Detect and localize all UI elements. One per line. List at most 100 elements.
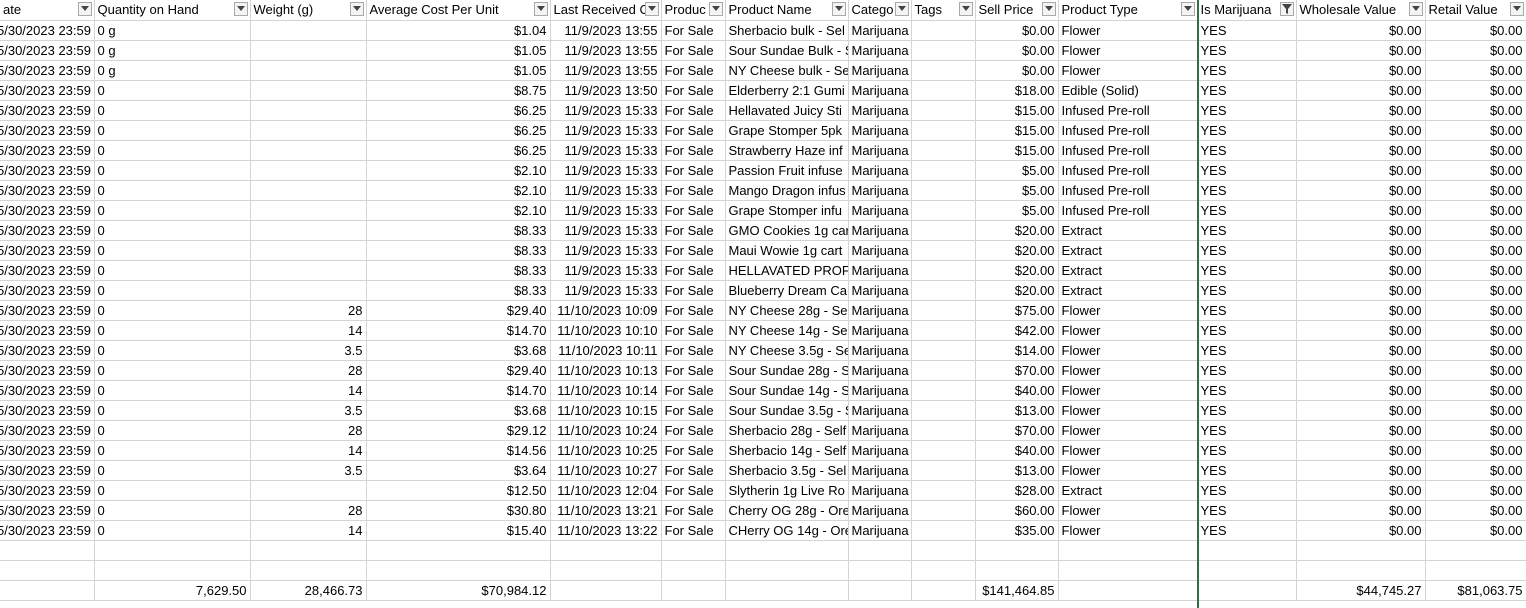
- cell-ate[interactable]: 5/30/2023 23:59: [0, 480, 95, 501]
- cell-last-received-date[interactable]: 11/9/2023 15:33: [550, 200, 662, 221]
- total-category[interactable]: [848, 580, 912, 601]
- cell-tags[interactable]: [911, 400, 976, 421]
- empty-cell[interactable]: [1296, 560, 1426, 581]
- cell-wholesale-value[interactable]: $0.00: [1296, 280, 1426, 301]
- cell-ate[interactable]: 5/30/2023 23:59: [0, 80, 95, 101]
- empty-cell[interactable]: [848, 540, 912, 561]
- cell-weight-g[interactable]: 3.5: [250, 340, 367, 361]
- cell-weight-g[interactable]: [250, 240, 367, 261]
- cell-product-type[interactable]: Infused Pre-roll: [1058, 160, 1198, 181]
- cell-product-status[interactable]: For Sale: [661, 440, 726, 461]
- cell-category[interactable]: Marijuana: [848, 480, 912, 501]
- cell-product-type[interactable]: Flower: [1058, 380, 1198, 401]
- filter-dropdown-icon[interactable]: [958, 2, 973, 16]
- cell-quantity-on-hand[interactable]: 0: [94, 200, 251, 221]
- filter-dropdown-icon[interactable]: [831, 2, 846, 16]
- cell-last-received-date[interactable]: 11/9/2023 15:33: [550, 120, 662, 141]
- cell-sell-price[interactable]: $20.00: [975, 240, 1059, 261]
- cell-sell-price[interactable]: $40.00: [975, 380, 1059, 401]
- cell-tags[interactable]: [911, 20, 976, 41]
- cell-category[interactable]: Marijuana: [848, 120, 912, 141]
- cell-wholesale-value[interactable]: $0.00: [1296, 360, 1426, 381]
- cell-wholesale-value[interactable]: $0.00: [1296, 20, 1426, 41]
- cell-ate[interactable]: 5/30/2023 23:59: [0, 220, 95, 241]
- cell-retail-value[interactable]: $0.00: [1425, 100, 1526, 121]
- cell-quantity-on-hand[interactable]: 0: [94, 140, 251, 161]
- cell-tags[interactable]: [911, 220, 976, 241]
- cell-retail-value[interactable]: $0.00: [1425, 480, 1526, 501]
- cell-average-cost-per-unit[interactable]: $15.40: [366, 520, 551, 541]
- empty-cell[interactable]: [550, 560, 662, 581]
- cell-wholesale-value[interactable]: $0.00: [1296, 80, 1426, 101]
- column-header-wholesale-value[interactable]: Wholesale Value: [1296, 0, 1426, 21]
- cell-is-marijuana[interactable]: YES: [1197, 360, 1297, 381]
- empty-cell[interactable]: [550, 540, 662, 561]
- cell-retail-value[interactable]: $0.00: [1425, 340, 1526, 361]
- cell-product-name[interactable]: Maui Wowie 1g cart: [725, 240, 849, 261]
- column-header-ate[interactable]: ate: [0, 0, 95, 21]
- cell-average-cost-per-unit[interactable]: $14.56: [366, 440, 551, 461]
- cell-weight-g[interactable]: [250, 280, 367, 301]
- cell-average-cost-per-unit[interactable]: $1.05: [366, 60, 551, 81]
- cell-product-type[interactable]: Flower: [1058, 60, 1198, 81]
- cell-quantity-on-hand[interactable]: 0 g: [94, 20, 251, 41]
- cell-product-type[interactable]: Infused Pre-roll: [1058, 120, 1198, 141]
- cell-product-type[interactable]: Edible (Solid): [1058, 80, 1198, 101]
- cell-last-received-date[interactable]: 11/9/2023 13:50: [550, 80, 662, 101]
- cell-last-received-date[interactable]: 11/10/2023 10:11: [550, 340, 662, 361]
- cell-is-marijuana[interactable]: YES: [1197, 420, 1297, 441]
- cell-sell-price[interactable]: $0.00: [975, 40, 1059, 61]
- cell-quantity-on-hand[interactable]: 0: [94, 420, 251, 441]
- empty-cell[interactable]: [0, 540, 95, 561]
- filter-dropdown-icon[interactable]: [1408, 2, 1423, 16]
- cell-ate[interactable]: 5/30/2023 23:59: [0, 280, 95, 301]
- cell-ate[interactable]: 5/30/2023 23:59: [0, 200, 95, 221]
- cell-ate[interactable]: 5/30/2023 23:59: [0, 20, 95, 41]
- total-wholesale-value[interactable]: $44,745.27: [1296, 580, 1426, 601]
- cell-product-status[interactable]: For Sale: [661, 60, 726, 81]
- cell-product-name[interactable]: GMO Cookies 1g car: [725, 220, 849, 241]
- total-ate[interactable]: [0, 580, 95, 601]
- empty-cell[interactable]: [250, 560, 367, 581]
- total-product-name[interactable]: [725, 580, 849, 601]
- cell-tags[interactable]: [911, 460, 976, 481]
- filter-dropdown-icon[interactable]: [1509, 2, 1524, 16]
- cell-category[interactable]: Marijuana: [848, 260, 912, 281]
- cell-retail-value[interactable]: $0.00: [1425, 220, 1526, 241]
- cell-product-status[interactable]: For Sale: [661, 240, 726, 261]
- cell-quantity-on-hand[interactable]: 0: [94, 440, 251, 461]
- empty-cell[interactable]: [975, 540, 1059, 561]
- cell-category[interactable]: Marijuana: [848, 140, 912, 161]
- cell-weight-g[interactable]: [250, 160, 367, 181]
- total-tags[interactable]: [911, 580, 976, 601]
- cell-product-type[interactable]: Extract: [1058, 480, 1198, 501]
- cell-sell-price[interactable]: $13.00: [975, 400, 1059, 421]
- cell-wholesale-value[interactable]: $0.00: [1296, 240, 1426, 261]
- cell-average-cost-per-unit[interactable]: $1.04: [366, 20, 551, 41]
- cell-wholesale-value[interactable]: $0.00: [1296, 420, 1426, 441]
- cell-weight-g[interactable]: 14: [250, 520, 367, 541]
- cell-tags[interactable]: [911, 440, 976, 461]
- cell-ate[interactable]: 5/30/2023 23:59: [0, 360, 95, 381]
- cell-sell-price[interactable]: $0.00: [975, 60, 1059, 81]
- cell-weight-g[interactable]: [250, 200, 367, 221]
- cell-last-received-date[interactable]: 11/10/2023 10:15: [550, 400, 662, 421]
- cell-tags[interactable]: [911, 240, 976, 261]
- cell-quantity-on-hand[interactable]: 0: [94, 300, 251, 321]
- total-average-cost-per-unit[interactable]: $70,984.12: [366, 580, 551, 601]
- cell-retail-value[interactable]: $0.00: [1425, 200, 1526, 221]
- empty-cell[interactable]: [848, 560, 912, 581]
- empty-cell[interactable]: [725, 540, 849, 561]
- cell-weight-g[interactable]: 28: [250, 500, 367, 521]
- cell-last-received-date[interactable]: 11/10/2023 10:14: [550, 380, 662, 401]
- cell-product-type[interactable]: Infused Pre-roll: [1058, 200, 1198, 221]
- cell-product-name[interactable]: Blueberry Dream Ca: [725, 280, 849, 301]
- cell-weight-g[interactable]: [250, 60, 367, 81]
- empty-cell[interactable]: [911, 560, 976, 581]
- cell-average-cost-per-unit[interactable]: $8.75: [366, 80, 551, 101]
- cell-weight-g[interactable]: 14: [250, 440, 367, 461]
- cell-last-received-date[interactable]: 11/10/2023 12:04: [550, 480, 662, 501]
- cell-quantity-on-hand[interactable]: 0: [94, 240, 251, 261]
- cell-category[interactable]: Marijuana: [848, 220, 912, 241]
- cell-tags[interactable]: [911, 180, 976, 201]
